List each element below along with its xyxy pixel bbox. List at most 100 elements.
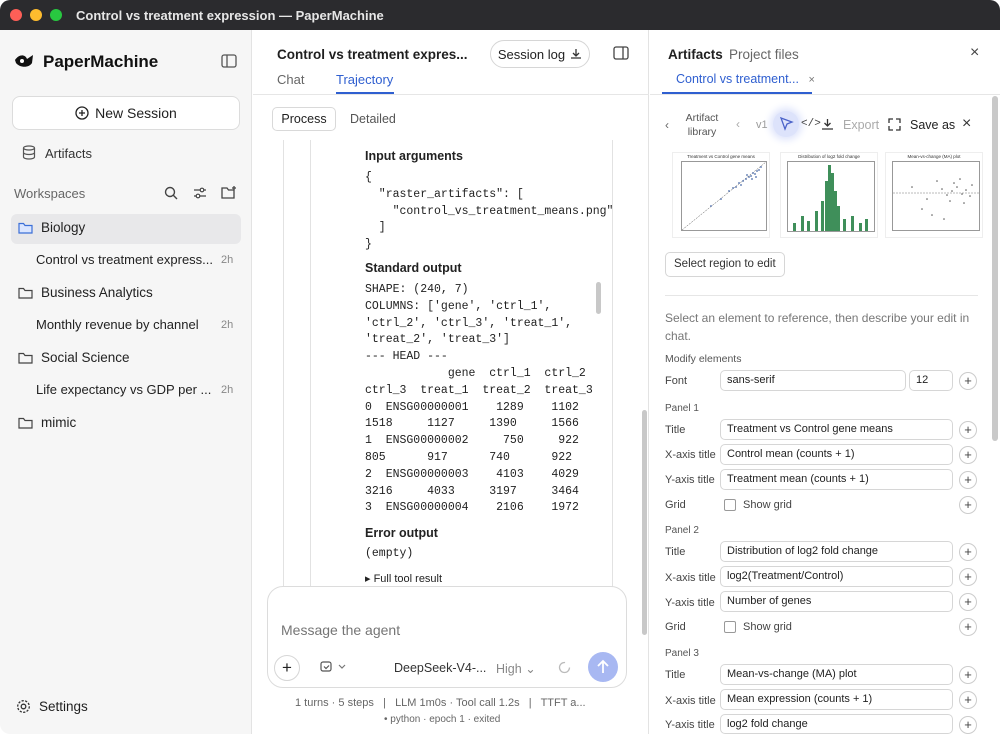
panel-3-y-axis-field[interactable]: log2 fold change [720, 714, 953, 734]
model-selector[interactable]: DeepSeek-V4-... [394, 661, 486, 675]
folder-biology[interactable]: Biology [18, 220, 85, 235]
session-time: 2h [221, 254, 234, 266]
download-icon[interactable] [821, 118, 834, 131]
panel-1-thumbnail[interactable]: Treatment vs Control gene means [672, 152, 770, 238]
artifact-library-link[interactable]: Artifact library [682, 111, 722, 139]
artifact-file-tab[interactable]: Control vs treatment... × [676, 72, 815, 86]
scatter-thumbnail-icon [681, 161, 767, 231]
panel-1-y-axis-field[interactable]: Treatment mean (counts + 1) [720, 469, 953, 490]
panel-3-x-axis-field[interactable]: Mean expression (counts + 1) [720, 689, 953, 710]
new-session-label: New Session [95, 105, 177, 121]
add-button[interactable]: + [959, 666, 977, 684]
tab-artifacts[interactable]: Artifacts [668, 47, 723, 62]
plus-circle-icon [75, 106, 89, 120]
folder-mimic[interactable]: mimic [18, 415, 76, 430]
gear-icon [17, 700, 30, 713]
session-item[interactable]: Control vs treatment express... [36, 252, 213, 267]
divider [650, 94, 1000, 95]
session-log-button[interactable]: Session log [490, 40, 590, 68]
chevron-down-icon: ⌄ [525, 662, 536, 676]
add-button[interactable]: + [959, 691, 977, 709]
minimize-window-button[interactable] [30, 9, 42, 21]
tab-chat[interactable]: Chat [277, 72, 304, 87]
kernel-status: • python · epoch 1 · exited [384, 714, 500, 725]
full-tool-result-toggle[interactable]: ▸ Full tool result [365, 572, 442, 585]
close-window-button[interactable] [10, 9, 22, 21]
folder-name: Business Analytics [41, 285, 153, 300]
font-family-field[interactable]: sans-serif [720, 370, 906, 391]
effort-selector[interactable]: High ⌄ [496, 661, 536, 676]
prev-version-icon[interactable]: ‹ [736, 117, 740, 131]
select-region-button[interactable]: Select region to edit [665, 252, 785, 277]
code-block-border [612, 140, 613, 588]
new-session-button[interactable]: New Session [12, 96, 240, 130]
close-panel-icon[interactable]: × [970, 44, 979, 62]
session-item[interactable]: Life expectancy vs GDP per ... [36, 382, 211, 397]
panel-2-y-axis-field[interactable]: Number of genes [720, 591, 953, 612]
code-view-icon[interactable]: </> [801, 118, 821, 130]
search-icon[interactable] [164, 186, 178, 200]
edit-hint: Select an element to reference, then des… [665, 311, 970, 343]
panel-2-title-field[interactable]: Distribution of log2 fold change [720, 541, 953, 562]
export-button[interactable]: Export [843, 118, 879, 132]
add-font-button[interactable]: + [959, 372, 977, 390]
download-icon [571, 49, 582, 59]
add-button[interactable]: + [959, 471, 977, 489]
save-as-button[interactable]: Save as [910, 118, 955, 132]
standard-output-scroll[interactable]: SHAPE: (240, 7) COLUMNS: ['gene', 'ctrl_… [355, 280, 612, 518]
output-scrollbar[interactable] [596, 282, 601, 314]
panel-1-title-field[interactable]: Treatment vs Control gene means [720, 419, 953, 440]
effort-label: High [496, 662, 522, 676]
add-button[interactable]: + [959, 568, 977, 586]
kernel-status-text: python · epoch 1 · exited [390, 714, 501, 725]
panel-3-thumbnail[interactable]: Mean-vs-change (MA) plot [885, 152, 983, 238]
folder-social-science[interactable]: Social Science [18, 350, 130, 365]
message-input[interactable] [281, 619, 611, 641]
panel-2-x-axis-field[interactable]: log2(Treatment/Control) [720, 566, 953, 587]
add-button[interactable]: + [959, 716, 977, 734]
panel-3-title-field[interactable]: Mean-vs-change (MA) plot [720, 664, 953, 685]
toggle-panel-icon[interactable] [613, 46, 629, 60]
subtab-process[interactable]: Process [272, 107, 336, 131]
close-editor-icon[interactable]: × [962, 115, 971, 133]
artifacts-scrollbar[interactable] [992, 96, 998, 441]
brand-name: PaperMachine [43, 52, 159, 71]
settings-label: Settings [39, 699, 88, 714]
add-button[interactable]: + [959, 421, 977, 439]
error-output-title: Error output [365, 526, 438, 540]
back-chevron-icon[interactable]: ‹ [665, 118, 669, 132]
add-button[interactable]: + [959, 496, 977, 514]
panel-2-show-grid-checkbox[interactable] [724, 621, 736, 633]
panel-1-show-grid-checkbox[interactable] [724, 499, 736, 511]
panel-1-x-axis-field[interactable]: Control mean (counts + 1) [720, 444, 953, 465]
status-dot-icon: • [384, 714, 388, 725]
artifacts-nav-item[interactable]: Artifacts [45, 146, 92, 161]
add-button[interactable]: + [959, 593, 977, 611]
expand-icon[interactable] [888, 118, 901, 131]
ma-plot-thumbnail-icon [892, 161, 980, 231]
tools-menu-button[interactable] [320, 660, 348, 677]
close-tab-icon[interactable]: × [808, 74, 814, 86]
tab-project-files[interactable]: Project files [729, 47, 799, 62]
zoom-window-button[interactable] [50, 9, 62, 21]
folder-business-analytics[interactable]: Business Analytics [18, 285, 153, 300]
add-button[interactable]: + [959, 618, 977, 636]
subtab-detailed[interactable]: Detailed [350, 112, 396, 126]
attach-button[interactable]: + [274, 655, 300, 681]
add-button[interactable]: + [959, 446, 977, 464]
full-tool-result-label: Full tool result [373, 573, 443, 585]
artifact-file-tab-label: Control vs treatment... [676, 72, 799, 86]
panel-2-thumbnail[interactable]: Distribution of log2 fold change [780, 152, 878, 238]
session-item[interactable]: Monthly revenue by channel [36, 317, 199, 332]
folder-icon [18, 287, 33, 299]
font-size-field[interactable]: 12 [909, 370, 953, 391]
send-button[interactable] [588, 652, 618, 682]
settings-button[interactable]: Settings [16, 699, 88, 714]
new-folder-icon[interactable] [221, 185, 237, 200]
filter-sliders-icon[interactable] [193, 186, 207, 200]
tab-trajectory[interactable]: Trajectory [336, 72, 393, 87]
add-button[interactable]: + [959, 543, 977, 561]
chat-scrollbar[interactable] [642, 410, 647, 635]
toggle-sidebar-icon[interactable] [221, 54, 237, 68]
select-region-tool-button[interactable] [773, 111, 799, 137]
